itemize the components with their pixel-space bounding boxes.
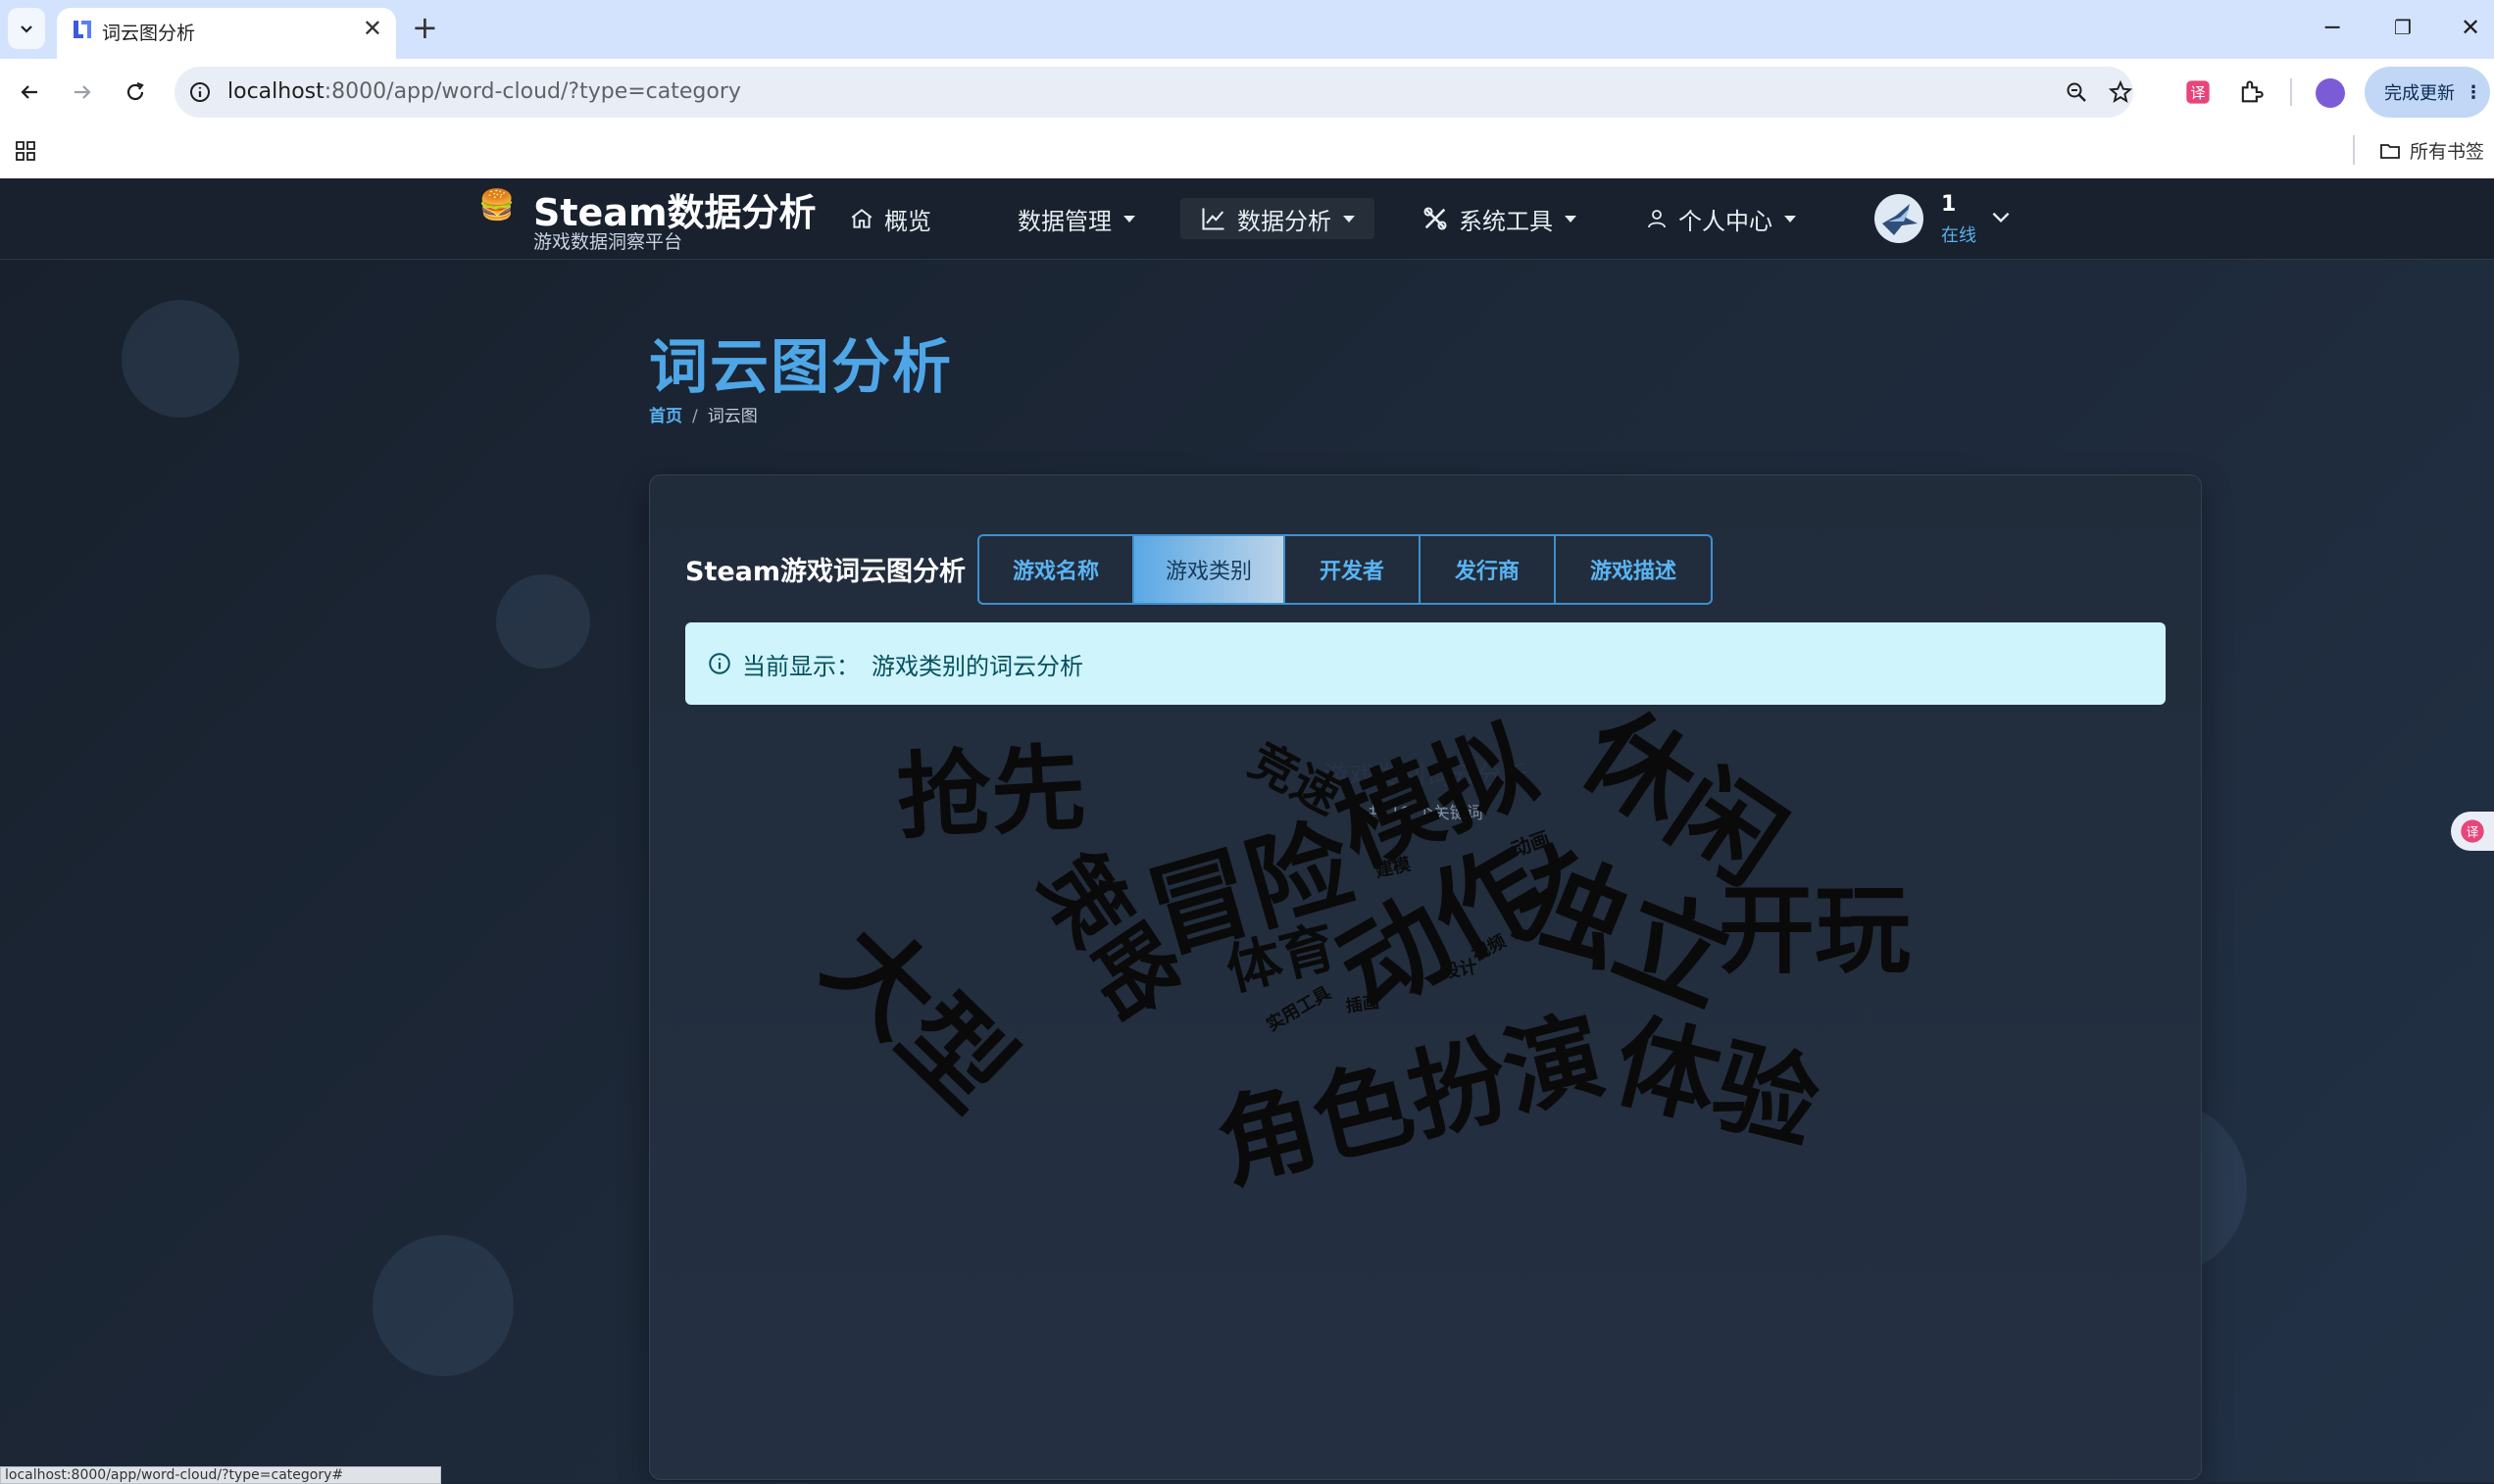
- decorative-bubble: [122, 300, 239, 418]
- all-bookmarks-button[interactable]: 所有书签: [2378, 137, 2484, 164]
- more-menu-icon[interactable]: ⋮: [2465, 82, 2482, 103]
- new-tab-button[interactable]: +: [412, 12, 438, 43]
- apps-grid-icon[interactable]: [14, 139, 37, 163]
- user-name: 1: [1941, 192, 1957, 217]
- folder-icon: [2380, 143, 2400, 159]
- nav-data-analysis[interactable]: 数据分析: [1180, 198, 1374, 239]
- zoom-icon[interactable]: [2065, 80, 2088, 104]
- site-favicon-icon: [74, 21, 91, 38]
- decorative-bubble: [373, 1235, 514, 1376]
- svg-text:译: 译: [2467, 825, 2479, 840]
- word: 建模: [1373, 854, 1413, 882]
- url-path: :8000/app/word-cloud/?type=category: [324, 79, 741, 104]
- caret-down-icon: [1123, 215, 1135, 223]
- word: 插画: [1344, 992, 1381, 1017]
- toolbar-divider: [2290, 78, 2292, 106]
- chevron-down-icon[interactable]: [1988, 204, 2014, 229]
- browser-tab-active[interactable]: 词云图分析 ✕: [57, 8, 396, 59]
- caret-down-icon: [1565, 215, 1576, 223]
- top-navbar: 🍔 Steam数据分析 游戏数据洞察平台 概览 数据管理 数据分析 系统工具 个…: [0, 178, 2494, 260]
- bookmark-star-icon[interactable]: [2108, 79, 2133, 105]
- user-avatar[interactable]: [1874, 194, 1923, 243]
- all-bookmarks-label: 所有书签: [2409, 141, 2484, 163]
- translate-bubble-icon: 译: [2461, 819, 2484, 843]
- bookmarks-divider: [2353, 135, 2355, 165]
- nav-overview[interactable]: 概览: [849, 198, 931, 239]
- nav-data-management-label: 数据管理: [1018, 207, 1112, 235]
- burger-logo-icon: 🍔: [478, 188, 516, 223]
- wordcloud-card: Steam游戏词云图分析 游戏名称 游戏类别 开发者 发行商 游戏描述 当前显示…: [649, 474, 2202, 1480]
- update-button[interactable]: 完成更新 ⋮: [2365, 67, 2490, 118]
- nav-data-analysis-label: 数据分析: [1237, 207, 1331, 235]
- nav-system-tools[interactable]: 系统工具: [1422, 198, 1576, 239]
- browser-status-bar: localhost:8000/app/word-cloud/?type=cate…: [0, 1466, 441, 1484]
- tools-icon: [1423, 207, 1447, 230]
- word: 大型: [802, 901, 1036, 1133]
- word: 抢先: [894, 733, 1088, 853]
- arrow-left-icon: [21, 85, 37, 99]
- reload-button[interactable]: [118, 74, 153, 110]
- svg-text:译: 译: [2190, 84, 2205, 102]
- wordcloud-canvas: 抢先 竞速 模拟 休闲 策略 冒险 动画 建模 动作 独立 开玩 大型 体育 视…: [650, 475, 2201, 1479]
- brand-subtitle: 游戏数据洞察平台: [533, 231, 683, 253]
- translate-extension-icon[interactable]: 译: [2184, 78, 2212, 106]
- breadcrumb-current: 词云图: [707, 407, 758, 426]
- url-text[interactable]: localhost:8000/app/word-cloud/?type=cate…: [227, 79, 741, 104]
- restore-window-icon[interactable]: ❐: [2394, 12, 2412, 43]
- word: 角色扮演: [1206, 997, 1616, 1204]
- bookmarks-bar: 所有书签: [0, 125, 2494, 179]
- breadcrumb-separator: /: [692, 407, 698, 426]
- reload-icon: [126, 81, 144, 101]
- site-info-icon[interactable]: [188, 80, 212, 104]
- nav-overview-label: 概览: [884, 207, 931, 235]
- bird-avatar-icon: [1882, 204, 1918, 235]
- back-button[interactable]: [12, 74, 47, 110]
- caret-down-icon: [1343, 215, 1355, 223]
- nav-system-tools-label: 系统工具: [1459, 207, 1553, 235]
- close-window-icon[interactable]: ✕: [2461, 12, 2480, 43]
- translate-sidebar-icon[interactable]: 译: [2451, 812, 2494, 851]
- nav-personal-center-label: 个人中心: [1678, 207, 1772, 235]
- word: 体验: [1603, 1000, 1830, 1166]
- breadcrumb: 首页 / 词云图: [649, 402, 758, 426]
- extensions-icon[interactable]: [2237, 78, 2265, 106]
- browser-toolbar: localhost:8000/app/word-cloud/?type=cate…: [0, 59, 2494, 125]
- url-host: localhost: [227, 79, 324, 104]
- tab-title: 词云图分析: [102, 23, 196, 44]
- address-bar[interactable]: localhost:8000/app/word-cloud/?type=cate…: [175, 67, 2133, 118]
- decorative-bubble: [496, 574, 590, 668]
- profile-avatar-icon[interactable]: [2316, 78, 2345, 108]
- user-status: 在线: [1941, 225, 1976, 246]
- arrow-right-icon: [75, 85, 91, 99]
- minimize-window-icon[interactable]: ─: [2325, 12, 2339, 43]
- tab-search-button[interactable]: [8, 8, 45, 49]
- app-root: 🍔 Steam数据分析 游戏数据洞察平台 概览 数据管理 数据分析 系统工具 个…: [0, 178, 2494, 1482]
- chevron-down-icon: [21, 25, 32, 33]
- browser-tab-strip: 词云图分析 ✕ + ─ ❐ ✕: [0, 0, 2494, 59]
- update-label: 完成更新: [2384, 83, 2455, 104]
- nav-personal-center[interactable]: 个人中心: [1645, 198, 1796, 239]
- close-tab-icon[interactable]: ✕: [363, 16, 382, 41]
- page-title: 词云图分析: [649, 333, 953, 402]
- nav-data-management[interactable]: 数据管理: [1018, 198, 1135, 239]
- word: 开玩: [1719, 875, 1912, 987]
- caret-down-icon: [1784, 215, 1796, 223]
- home-icon: [851, 209, 873, 228]
- breadcrumb-home[interactable]: 首页: [649, 407, 682, 426]
- user-icon: [1648, 210, 1666, 228]
- chart-line-icon: [1202, 208, 1224, 230]
- forward-button[interactable]: [65, 74, 100, 110]
